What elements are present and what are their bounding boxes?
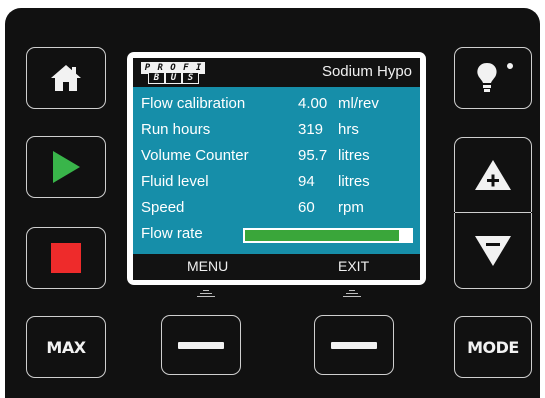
plus-triangle-icon bbox=[475, 160, 511, 190]
flow-rate-bar bbox=[243, 228, 413, 243]
row-value: 95.7 bbox=[298, 147, 328, 164]
logo-letter: S bbox=[182, 72, 199, 84]
decrease-button[interactable] bbox=[454, 213, 532, 289]
logo-letter: B bbox=[148, 72, 165, 84]
home-button[interactable] bbox=[26, 47, 106, 109]
row-unit: hrs bbox=[338, 121, 359, 138]
row-unit: rpm bbox=[338, 199, 364, 216]
dash-icon bbox=[178, 341, 224, 349]
row-unit: ml/rev bbox=[338, 95, 379, 112]
row-value: 94 bbox=[298, 173, 315, 190]
row-label: Volume Counter bbox=[141, 147, 249, 164]
profibus-logo: PROFI BUS bbox=[141, 62, 205, 84]
row-unit: litres bbox=[338, 173, 370, 190]
home-icon bbox=[51, 65, 81, 91]
softkey-bar: MENU EXIT bbox=[133, 254, 420, 280]
softkey-left-button[interactable] bbox=[161, 315, 241, 375]
flow-rate-bar-fill bbox=[245, 230, 400, 241]
mode-label: MODE bbox=[467, 337, 519, 357]
row-label: Flow calibration bbox=[141, 95, 246, 112]
display-screen: PROFI BUS Sodium Hypo Flow calibration 4… bbox=[127, 52, 426, 285]
softkey-left-indicator bbox=[195, 290, 217, 299]
row-label: Run hours bbox=[141, 121, 211, 138]
softkey-exit-label: EXIT bbox=[338, 258, 370, 274]
dash-icon bbox=[331, 341, 377, 349]
start-button[interactable] bbox=[26, 136, 106, 198]
play-icon bbox=[53, 151, 80, 183]
stop-button[interactable] bbox=[26, 227, 106, 289]
row-label: Fluid level bbox=[141, 173, 209, 190]
stop-icon bbox=[51, 243, 81, 273]
row-unit: litres bbox=[338, 147, 370, 164]
softkey-right-button[interactable] bbox=[314, 315, 394, 375]
mode-button[interactable]: MODE bbox=[454, 316, 532, 378]
minus-triangle-icon bbox=[475, 235, 511, 266]
data-area: Flow calibration 4.00 ml/rev Run hours 3… bbox=[133, 87, 420, 254]
increase-button[interactable] bbox=[454, 137, 532, 212]
light-button[interactable] bbox=[454, 47, 532, 109]
row-value: 60 bbox=[298, 199, 315, 216]
logo-letter: U bbox=[165, 72, 182, 84]
screen-header: PROFI BUS Sodium Hypo bbox=[133, 58, 420, 87]
row-value: 4.00 bbox=[298, 95, 328, 112]
lightbulb-icon bbox=[477, 63, 513, 92]
row-value: 319 bbox=[298, 121, 324, 138]
softkey-menu-label: MENU bbox=[187, 258, 229, 274]
max-label: MAX bbox=[46, 337, 86, 357]
softkey-right-indicator bbox=[341, 290, 363, 299]
row-label: Speed bbox=[141, 199, 185, 216]
max-button[interactable]: MAX bbox=[26, 316, 106, 378]
fluid-title: Sodium Hypo bbox=[321, 63, 412, 80]
